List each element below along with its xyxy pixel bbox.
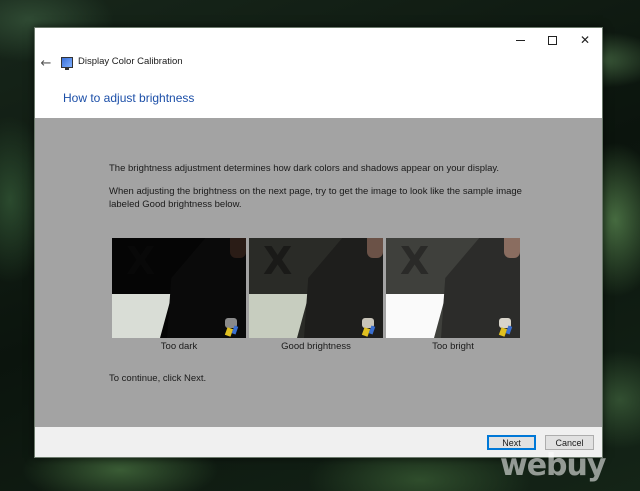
sample-x-mark: X — [400, 239, 430, 283]
sample-face — [367, 238, 383, 258]
sample-wall — [249, 294, 309, 338]
sample-image-good-brightness: X — [249, 238, 383, 338]
caption-too-dark: Too dark — [160, 341, 198, 352]
sample-face — [504, 238, 520, 258]
maximize-icon — [547, 35, 557, 45]
sample-face — [230, 238, 246, 258]
sample-wall — [386, 294, 446, 338]
content-panel: The brightness adjustment determines how… — [35, 118, 602, 427]
display-calibration-icon — [61, 57, 73, 70]
sample-image-too-dark: X — [112, 238, 246, 338]
caption-too-bright: Too bright — [432, 341, 474, 352]
sample-wall — [112, 294, 172, 338]
instruction-paragraph: When adjusting the brightness on the nex… — [109, 186, 522, 210]
sample-x-mark: X — [263, 239, 293, 283]
intro-paragraph: The brightness adjustment determines how… — [109, 163, 500, 174]
sample-image-too-bright: X — [386, 238, 520, 338]
back-arrow-icon[interactable]: ← — [39, 55, 53, 71]
watermark-logo: webuy — [500, 448, 606, 483]
caption-good-brightness: Good brightness — [281, 341, 351, 352]
navigation-row: ← Display Color Calibration — [35, 52, 602, 74]
close-icon: ✕ — [579, 33, 591, 47]
close-button[interactable]: ✕ — [570, 31, 600, 49]
window-title: Display Color Calibration — [78, 56, 183, 67]
page-heading: How to adjust brightness — [63, 91, 195, 105]
calibration-window: ✕ ← Display Color Calibration How to adj… — [34, 27, 603, 458]
continue-instruction: To continue, click Next. — [109, 373, 207, 384]
minimize-icon — [515, 39, 525, 41]
minimize-button[interactable] — [505, 31, 535, 49]
maximize-button[interactable] — [537, 31, 567, 49]
title-bar[interactable]: ✕ — [35, 28, 602, 52]
sample-x-mark: X — [126, 239, 156, 283]
